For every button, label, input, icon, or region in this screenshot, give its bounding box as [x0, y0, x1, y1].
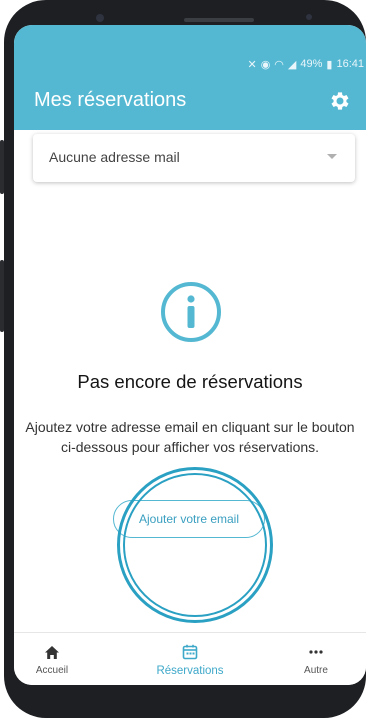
info-icon	[161, 282, 221, 342]
nav-item-accueil[interactable]: Accueil	[14, 643, 107, 676]
bottom-nav: Accueil Réservations Autre	[14, 632, 366, 685]
alarm-icon: ◉	[260, 58, 271, 71]
home-icon	[45, 645, 59, 659]
battery-percent: 49%	[300, 58, 323, 70]
empty-state-description: Ajoutez votre adresse email en cliquant …	[25, 419, 355, 455]
status-bar: ✕ ◉ ◠ ◢ 49% ▮ 16:41	[247, 55, 366, 73]
nav-item-reservations[interactable]: Réservations	[135, 643, 245, 677]
email-select[interactable]: Aucune adresse mail	[33, 134, 355, 182]
nav-item-label: Réservations	[156, 665, 224, 677]
highlight-ring-inner	[123, 473, 267, 617]
page-title: Mes réservations	[34, 89, 187, 111]
battery-icon: ▮	[326, 58, 333, 71]
calendar-icon	[182, 644, 198, 660]
more-icon	[309, 650, 323, 654]
side-button	[0, 140, 4, 194]
wifi-icon: ◠	[274, 58, 284, 71]
email-select-value: Aucune adresse mail	[49, 149, 180, 165]
app-header: ✕ ◉ ◠ ◢ 49% ▮ 16:41 Mes réservations	[14, 25, 366, 130]
signal-icon: ◢	[287, 58, 297, 71]
empty-state-title: Pas encore de réservations	[77, 371, 303, 392]
nav-item-label: Autre	[304, 665, 328, 676]
sensor	[306, 14, 312, 20]
app-screen: ✕ ◉ ◠ ◢ 49% ▮ 16:41 Mes réservations Auc…	[14, 25, 366, 685]
front-camera	[96, 14, 104, 22]
earpiece	[184, 18, 254, 22]
side-button	[0, 260, 4, 332]
status-time: 16:41	[336, 58, 364, 70]
nav-item-autre[interactable]: Autre	[261, 643, 366, 676]
gear-icon[interactable]	[328, 89, 352, 113]
chevron-down-icon	[327, 154, 337, 159]
nav-item-label: Accueil	[35, 665, 69, 676]
notification-icon: ✕	[247, 58, 257, 71]
